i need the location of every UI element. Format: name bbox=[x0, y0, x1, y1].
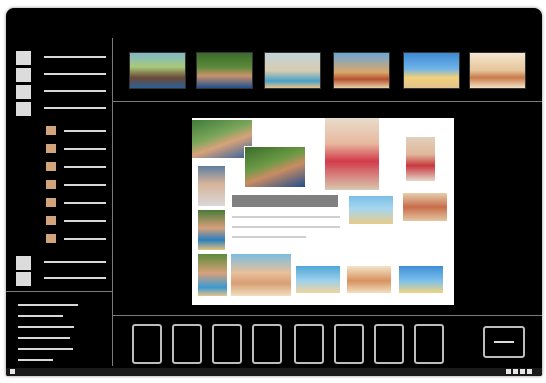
folder-icon[interactable] bbox=[46, 126, 56, 135]
menu-item-3-label[interactable] bbox=[44, 90, 106, 92]
empty-slot-icon[interactable] bbox=[212, 324, 242, 364]
photo[interactable] bbox=[198, 254, 227, 296]
info-line bbox=[18, 348, 73, 350]
info-line bbox=[18, 337, 70, 339]
status-bar bbox=[6, 368, 542, 376]
title-block[interactable] bbox=[232, 195, 338, 207]
empty-slot-icon[interactable] bbox=[252, 324, 282, 364]
info-line bbox=[18, 315, 63, 317]
pager-dot-icon[interactable] bbox=[506, 369, 511, 374]
menu-item-4-icon[interactable] bbox=[16, 102, 31, 116]
pager-dot-icon[interactable] bbox=[527, 369, 532, 374]
folder-item-label[interactable] bbox=[64, 166, 106, 168]
menu-item-5-label[interactable] bbox=[44, 261, 106, 263]
photo[interactable] bbox=[198, 166, 225, 206]
layout-divider bbox=[113, 315, 542, 316]
empty-slot-icon[interactable] bbox=[132, 324, 162, 364]
thumbnail[interactable] bbox=[129, 52, 186, 89]
ok-button[interactable] bbox=[483, 326, 525, 358]
photo[interactable] bbox=[192, 120, 252, 158]
empty-slot-icon[interactable] bbox=[334, 324, 364, 364]
menu-item-2-label[interactable] bbox=[44, 73, 106, 75]
status-indicator-icon bbox=[10, 369, 15, 374]
empty-slot-icon[interactable] bbox=[294, 324, 324, 364]
thumbnail[interactable] bbox=[403, 52, 460, 89]
empty-slot-icon[interactable] bbox=[374, 324, 404, 364]
menu-item-2-icon[interactable] bbox=[16, 68, 31, 82]
photo[interactable] bbox=[347, 266, 391, 293]
thumbnail[interactable] bbox=[196, 52, 253, 89]
folder-icon[interactable] bbox=[46, 216, 56, 225]
app-window bbox=[6, 8, 542, 376]
menu-item-6-icon[interactable] bbox=[16, 272, 31, 286]
thumbnail[interactable] bbox=[333, 52, 390, 89]
photo[interactable] bbox=[399, 266, 443, 293]
text-line bbox=[232, 236, 306, 238]
photo[interactable] bbox=[244, 146, 306, 188]
folder-icon[interactable] bbox=[46, 144, 56, 153]
photo[interactable] bbox=[231, 254, 291, 296]
folder-item-label[interactable] bbox=[64, 202, 106, 204]
folder-icon[interactable] bbox=[46, 180, 56, 189]
menu-item-1-label[interactable] bbox=[44, 56, 106, 58]
photo[interactable] bbox=[349, 196, 393, 224]
sidebar-border[interactable] bbox=[112, 38, 113, 366]
folder-icon[interactable] bbox=[46, 198, 56, 207]
text-line bbox=[232, 226, 340, 228]
folder-item-label[interactable] bbox=[64, 238, 106, 240]
info-line bbox=[18, 359, 53, 361]
thumbnail[interactable] bbox=[264, 52, 321, 89]
info-line bbox=[18, 304, 78, 306]
menu-item-3-icon[interactable] bbox=[16, 85, 31, 99]
photo[interactable] bbox=[403, 193, 447, 221]
folder-item-label[interactable] bbox=[64, 148, 106, 150]
folder-item-label[interactable] bbox=[64, 184, 106, 186]
layout-canvas[interactable] bbox=[192, 118, 454, 305]
thumbnail[interactable] bbox=[469, 52, 526, 89]
menu-item-4-label[interactable] bbox=[44, 107, 106, 109]
folder-item-label[interactable] bbox=[64, 220, 106, 222]
minus-icon bbox=[494, 341, 514, 343]
text-line bbox=[232, 216, 340, 218]
photo[interactable] bbox=[198, 210, 225, 250]
photo[interactable] bbox=[406, 137, 435, 181]
sidebar-divider bbox=[6, 291, 112, 292]
pager-dot-icon[interactable] bbox=[520, 369, 525, 374]
folder-icon[interactable] bbox=[46, 162, 56, 171]
menu-item-1-icon[interactable] bbox=[16, 51, 31, 65]
strip-divider bbox=[113, 101, 542, 102]
photo[interactable] bbox=[296, 266, 340, 293]
folder-icon[interactable] bbox=[46, 234, 56, 243]
empty-slot-icon[interactable] bbox=[172, 324, 202, 364]
photo[interactable] bbox=[325, 118, 379, 190]
info-line bbox=[18, 326, 74, 328]
folder-item-label[interactable] bbox=[64, 130, 106, 132]
menu-item-6-label[interactable] bbox=[44, 277, 106, 279]
pager-dot-icon[interactable] bbox=[513, 369, 518, 374]
menu-item-5-icon[interactable] bbox=[16, 256, 31, 270]
empty-slot-icon[interactable] bbox=[414, 324, 444, 364]
